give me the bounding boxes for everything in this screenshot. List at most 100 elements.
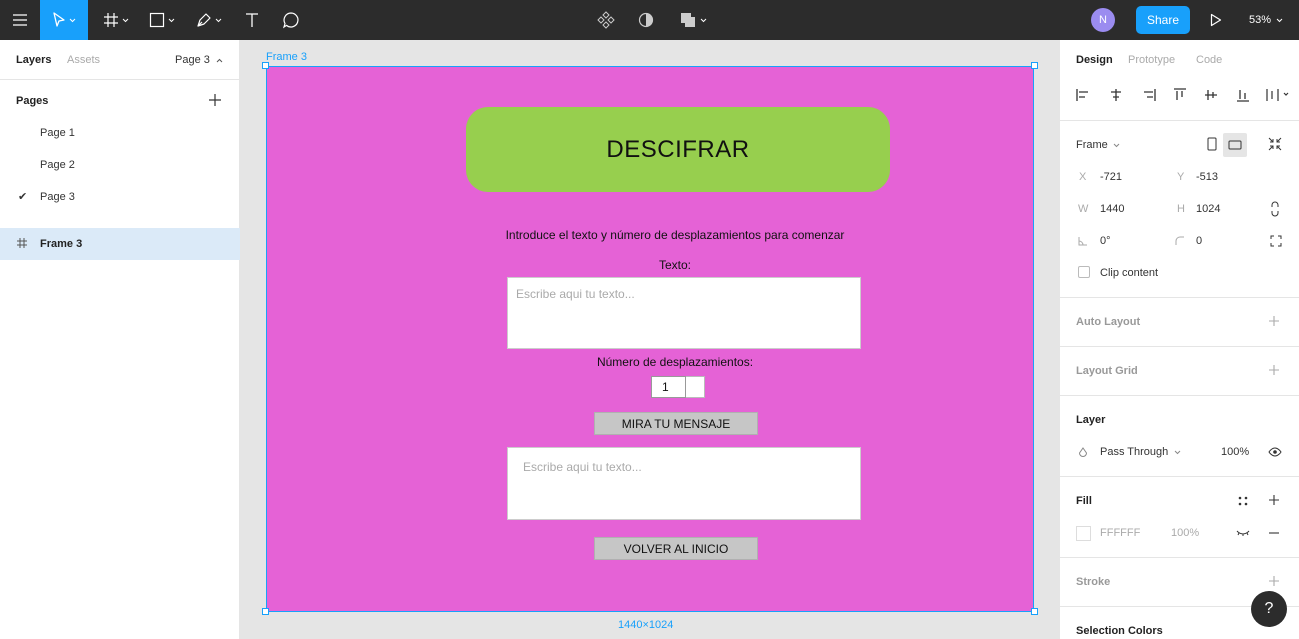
num-spinner[interactable] <box>686 376 705 398</box>
zoom-dropdown[interactable]: 53% <box>1249 0 1283 40</box>
resize-handle-top-right[interactable] <box>1031 62 1038 69</box>
frame-name-label[interactable]: Frame 3 <box>266 51 307 63</box>
clip-content-checkbox[interactable] <box>1078 266 1090 278</box>
descifrar-button[interactable]: DESCIFRAR <box>466 107 890 192</box>
x-input[interactable]: -721 <box>1100 171 1122 183</box>
y-input[interactable]: -513 <box>1196 171 1218 183</box>
w-input[interactable]: 1440 <box>1100 203 1124 215</box>
resize-to-fit-icon[interactable] <box>1268 137 1282 151</box>
output-textarea[interactable]: Escribe aqui tu texto... <box>507 447 861 520</box>
fill-heading: Fill <box>1076 495 1092 507</box>
corner-radius-icon <box>1175 236 1184 245</box>
layer-item-frame-3[interactable]: Frame 3 <box>0 228 240 260</box>
independent-corners-icon[interactable] <box>1270 235 1282 247</box>
chevron-down-icon <box>69 18 76 22</box>
layer-opacity-input[interactable]: 100% <box>1221 446 1249 458</box>
plus-icon[interactable] <box>1268 575 1280 587</box>
user-avatar[interactable]: N <box>1091 8 1115 32</box>
shape-tool-button[interactable] <box>144 0 180 40</box>
tab-design[interactable]: Design <box>1076 54 1113 66</box>
mira-tu-mensaje-button[interactable]: MIRA TU MENSAJE <box>594 412 758 435</box>
align-horizontal-center-icon[interactable] <box>1109 88 1123 102</box>
help-button[interactable]: ? <box>1251 591 1287 627</box>
left-panel-tabs: Layers Assets Page 3 <box>0 40 240 80</box>
page-item-page-2[interactable]: Page 2 <box>0 149 240 181</box>
texto-placeholder: Escribe aqui tu texto... <box>516 287 635 301</box>
divider <box>1060 557 1299 558</box>
chevron-down-icon <box>700 18 707 22</box>
align-right-icon[interactable] <box>1142 88 1156 102</box>
text-tool-button[interactable] <box>238 0 266 40</box>
move-tool-button[interactable] <box>40 0 88 40</box>
align-vertical-center-icon[interactable] <box>1204 88 1218 102</box>
frame-hash-icon <box>104 13 118 27</box>
output-placeholder: Escribe aqui tu texto... <box>523 460 642 474</box>
alignment-toolbar <box>1060 84 1299 108</box>
page-selector[interactable]: Page 3 <box>175 54 223 66</box>
frame-3[interactable]: DESCIFRAR Introduce el texto y número de… <box>266 66 1034 612</box>
layout-grid-heading: Layout Grid <box>1076 365 1138 377</box>
style-grid-icon[interactable] <box>1237 495 1249 507</box>
eye-icon[interactable] <box>1268 446 1282 458</box>
layer-name: Frame 3 <box>40 238 83 250</box>
page-item-page-3[interactable]: ✔ Page 3 <box>0 181 240 213</box>
components-button[interactable] <box>594 0 618 40</box>
fill-opacity-input[interactable]: 100% <box>1171 527 1199 539</box>
resize-handle-bottom-right[interactable] <box>1031 608 1038 615</box>
zoom-level: 53% <box>1249 14 1272 26</box>
pages-heading: Pages <box>16 95 49 107</box>
corner-radius-input[interactable]: 0 <box>1196 235 1202 247</box>
tab-layers[interactable]: Layers <box>16 54 51 66</box>
blend-mode-dropdown[interactable]: Pass Through <box>1100 446 1181 458</box>
tab-prototype[interactable]: Prototype <box>1128 54 1175 66</box>
hidden-eye-icon[interactable] <box>1236 528 1250 538</box>
share-button[interactable]: Share <box>1136 6 1190 34</box>
auto-layout-heading: Auto Layout <box>1076 316 1141 328</box>
contrast-icon <box>638 12 654 28</box>
h-input[interactable]: 1024 <box>1196 203 1220 215</box>
current-page-label: Page 3 <box>175 54 210 66</box>
frame-tool-button[interactable] <box>98 0 134 40</box>
rotation-input[interactable]: 0° <box>1100 235 1111 247</box>
constrain-proportions-icon[interactable] <box>1270 201 1280 217</box>
page-item-label: Page 3 <box>40 191 75 203</box>
plus-icon[interactable] <box>1268 364 1280 376</box>
landscape-toggle[interactable] <box>1223 133 1247 157</box>
checkmark-icon: ✔ <box>18 191 28 203</box>
volver-al-inicio-button[interactable]: VOLVER AL INICIO <box>594 537 758 560</box>
align-top-icon[interactable] <box>1173 88 1187 102</box>
texto-input[interactable]: Escribe aqui tu texto... <box>507 277 861 349</box>
distribute-icon[interactable] <box>1266 88 1290 102</box>
page-item-page-1[interactable]: Page 1 <box>0 117 240 149</box>
frame-type-dropdown[interactable]: Frame <box>1076 139 1120 151</box>
pen-tool-button[interactable] <box>190 0 228 40</box>
stroke-heading: Stroke <box>1076 576 1111 588</box>
minus-icon[interactable] <box>1268 532 1280 534</box>
boolean-ops-button[interactable] <box>674 0 712 40</box>
main-menu-button[interactable] <box>0 0 40 40</box>
portrait-icon[interactable] <box>1207 137 1217 151</box>
resize-handle-top-left[interactable] <box>262 62 269 69</box>
hamburger-menu-icon <box>13 14 27 26</box>
plus-icon[interactable] <box>1268 494 1280 506</box>
tab-code[interactable]: Code <box>1196 54 1222 66</box>
fill-hex-input[interactable]: FFFFFF <box>1100 527 1140 539</box>
canvas[interactable]: Frame 3 DESCIFRAR Introduce el texto y n… <box>240 40 1059 639</box>
fill-color-swatch[interactable] <box>1076 526 1091 541</box>
frame-type-label: Frame <box>1076 139 1108 151</box>
divider <box>1060 346 1299 347</box>
texto-label: Texto: <box>658 258 691 272</box>
tab-assets[interactable]: Assets <box>67 54 100 66</box>
align-left-icon[interactable] <box>1076 88 1090 102</box>
mask-button[interactable] <box>634 0 658 40</box>
frame-size-label: 1440×1024 <box>618 619 674 631</box>
plus-icon[interactable] <box>1268 315 1280 327</box>
chevron-down-icon <box>1276 18 1283 22</box>
add-page-button[interactable] <box>208 93 222 110</box>
chevron-down-icon <box>168 18 175 22</box>
num-input[interactable]: 1 <box>651 376 686 398</box>
comment-tool-button[interactable] <box>276 0 306 40</box>
align-bottom-icon[interactable] <box>1236 88 1250 102</box>
present-button[interactable] <box>1204 0 1228 40</box>
resize-handle-bottom-left[interactable] <box>262 608 269 615</box>
